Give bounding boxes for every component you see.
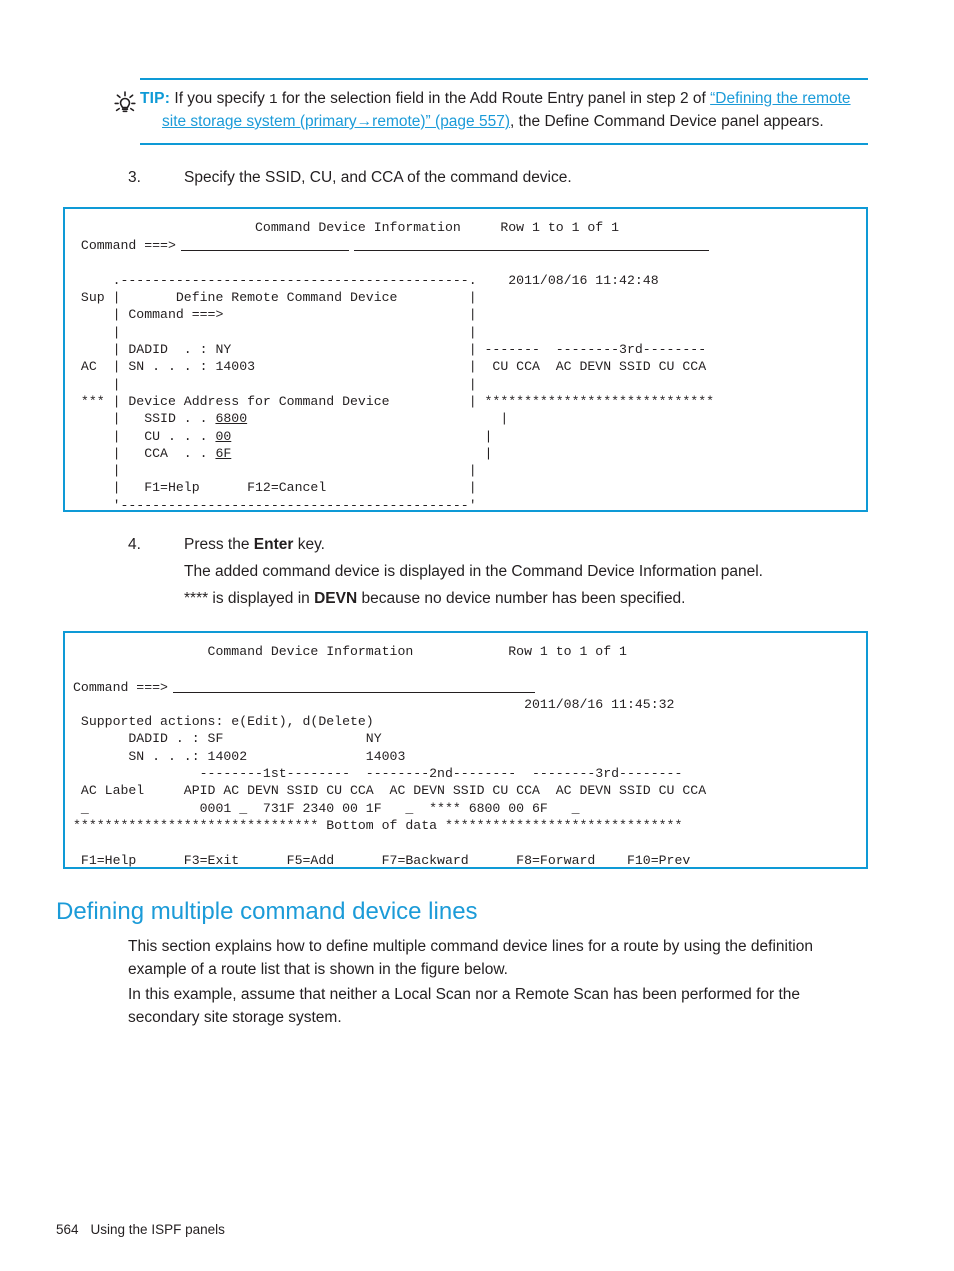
tip-code-value: 1: [269, 92, 278, 108]
tip-callout: TIP: If you specify 1 for the selection …: [140, 78, 868, 145]
lightbulb-icon: [112, 88, 138, 118]
step-4-number: 4.: [128, 536, 141, 553]
step-3-text: Specify the SSID, CU, and CCA of the com…: [184, 169, 572, 186]
footer-chapter: Using the ISPF panels: [90, 1222, 225, 1237]
step-3: 3. Specify the SSID, CU, and CCA of the …: [128, 166, 868, 189]
step-4-line3-post: because no device number has been specif…: [357, 590, 686, 607]
step-4-line3-pre: **** is displayed in: [184, 590, 315, 607]
step-4-line-2: The added command device is displayed in…: [184, 563, 763, 580]
page-footer: 564 Using the ISPF panels: [56, 1222, 225, 1237]
command-device-information-panel-1[interactable]: Command Device Information Row 1 to 1 of…: [63, 207, 868, 512]
step-4-line1-post: key.: [293, 536, 325, 553]
devn-label: DEVN: [314, 590, 358, 607]
tip-text-part2: for the selection field in the Add Route…: [277, 90, 711, 107]
section-paragraph-1: This section explains how to define mult…: [128, 938, 813, 978]
panel-2-terminal-text: Command Device Information Row 1 to 1 of…: [73, 644, 707, 868]
command-device-information-panel-2[interactable]: Command Device Information Row 1 to 1 of…: [63, 631, 868, 869]
step-4-line1-pre: Press the: [184, 536, 254, 553]
step-3-number: 3.: [128, 169, 141, 186]
step-4-line-3: **** is displayed in DEVN because no dev…: [184, 587, 888, 610]
section-paragraph-2: In this example, assume that neither a L…: [128, 986, 801, 1026]
footer-page-number: 564: [56, 1222, 79, 1237]
step-4: 4. Press the Enter key. The added comman…: [128, 533, 888, 614]
panel-1-terminal-text: Command Device Information Row 1 to 1 of…: [80, 220, 715, 512]
tip-text: TIP: If you specify 1 for the selection …: [140, 88, 868, 133]
tip-text-part1: If you specify: [174, 90, 270, 107]
tip-label: TIP:: [140, 90, 171, 107]
step-4-body: Press the Enter key. The added command d…: [184, 533, 888, 610]
section-heading: Defining multiple command device lines: [56, 898, 478, 925]
step-4-line-1: Press the Enter key.: [184, 533, 888, 556]
tip-text-part3: , the Define Command Device panel appear…: [510, 113, 824, 130]
enter-key-label: Enter: [253, 536, 294, 553]
